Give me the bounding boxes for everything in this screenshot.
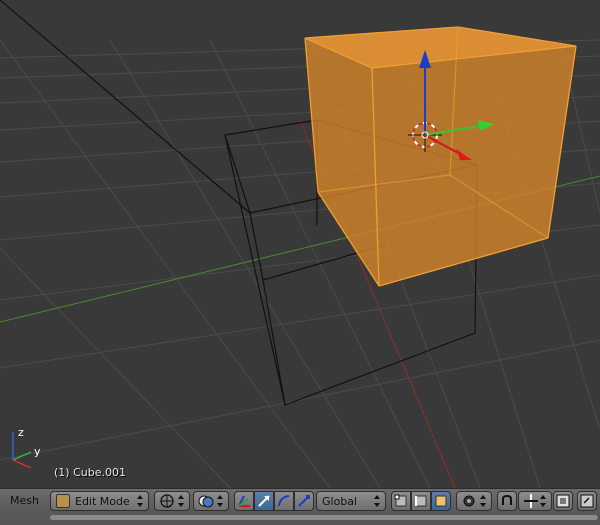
face-select-icon <box>435 495 447 507</box>
mode-selector[interactable]: Edit Mode <box>50 491 149 511</box>
pivot-point-icon <box>160 494 174 508</box>
vertex-select-icon <box>394 494 407 507</box>
render-preview-button[interactable] <box>553 491 573 511</box>
mode-selector-value: Edit Mode <box>75 494 130 508</box>
edit-mode-icon <box>56 494 70 508</box>
manipulator-toggle-button[interactable] <box>234 491 254 511</box>
proportional-dropdown-arrows-icon <box>480 494 487 508</box>
rotate-manipulator-button[interactable] <box>274 491 294 511</box>
rotate-manipulator-icon <box>278 495 290 507</box>
snap-element-dropdown-arrows-icon <box>540 494 547 508</box>
expand-icon <box>580 494 594 508</box>
active-object-label: (1) Cube.001 <box>54 466 126 479</box>
mini-axis-z-label: z <box>18 426 24 439</box>
orientation-dropdown-arrows-icon <box>374 494 381 508</box>
header-scrollbar[interactable] <box>50 515 600 520</box>
translate-manipulator-button[interactable] <box>254 491 274 511</box>
face-select-button[interactable] <box>431 491 451 511</box>
3d-viewport[interactable]: z y (1) Cube.001 <box>0 0 600 488</box>
edge-select-button[interactable] <box>411 491 431 511</box>
vertex-select-button[interactable] <box>391 491 411 511</box>
scale-manipulator-button[interactable] <box>294 491 314 511</box>
render-preview-icon <box>556 494 570 508</box>
snap-toggle-button[interactable] <box>497 491 517 511</box>
transform-orientation-selector[interactable]: Global <box>316 491 386 511</box>
viewport-header: Mesh Edit Mode Global <box>0 488 600 525</box>
translate-manipulator-icon <box>258 495 270 507</box>
mesh-menu[interactable]: Mesh <box>10 494 39 507</box>
edge-select-icon <box>415 495 427 507</box>
viewport-shading-icon <box>198 495 214 508</box>
snap-element-icon <box>524 494 538 508</box>
mini-axis-widget: z y <box>12 426 41 469</box>
shading-dropdown-arrows-icon <box>217 494 224 508</box>
proportional-editing-selector[interactable] <box>456 491 492 511</box>
orientation-value: Global <box>322 494 358 508</box>
proportional-editing-icon <box>463 495 475 507</box>
scale-manipulator-icon <box>298 495 310 507</box>
mini-axis-y-label: y <box>34 445 41 458</box>
mode-dropdown-arrows-icon <box>137 494 144 508</box>
manipulator-toggle-icon <box>238 495 250 507</box>
snap-icon <box>502 494 512 505</box>
viewport-shading-selector[interactable] <box>193 491 229 511</box>
expand-button[interactable] <box>577 491 597 511</box>
selected-cube[interactable] <box>304 26 577 287</box>
header-scrollbar-thumb[interactable] <box>50 515 598 520</box>
pivot-point-selector[interactable] <box>154 491 190 511</box>
snap-element-selector[interactable] <box>518 491 552 511</box>
viewport-scene: z y <box>0 0 600 488</box>
pivot-dropdown-arrows-icon <box>178 494 185 508</box>
